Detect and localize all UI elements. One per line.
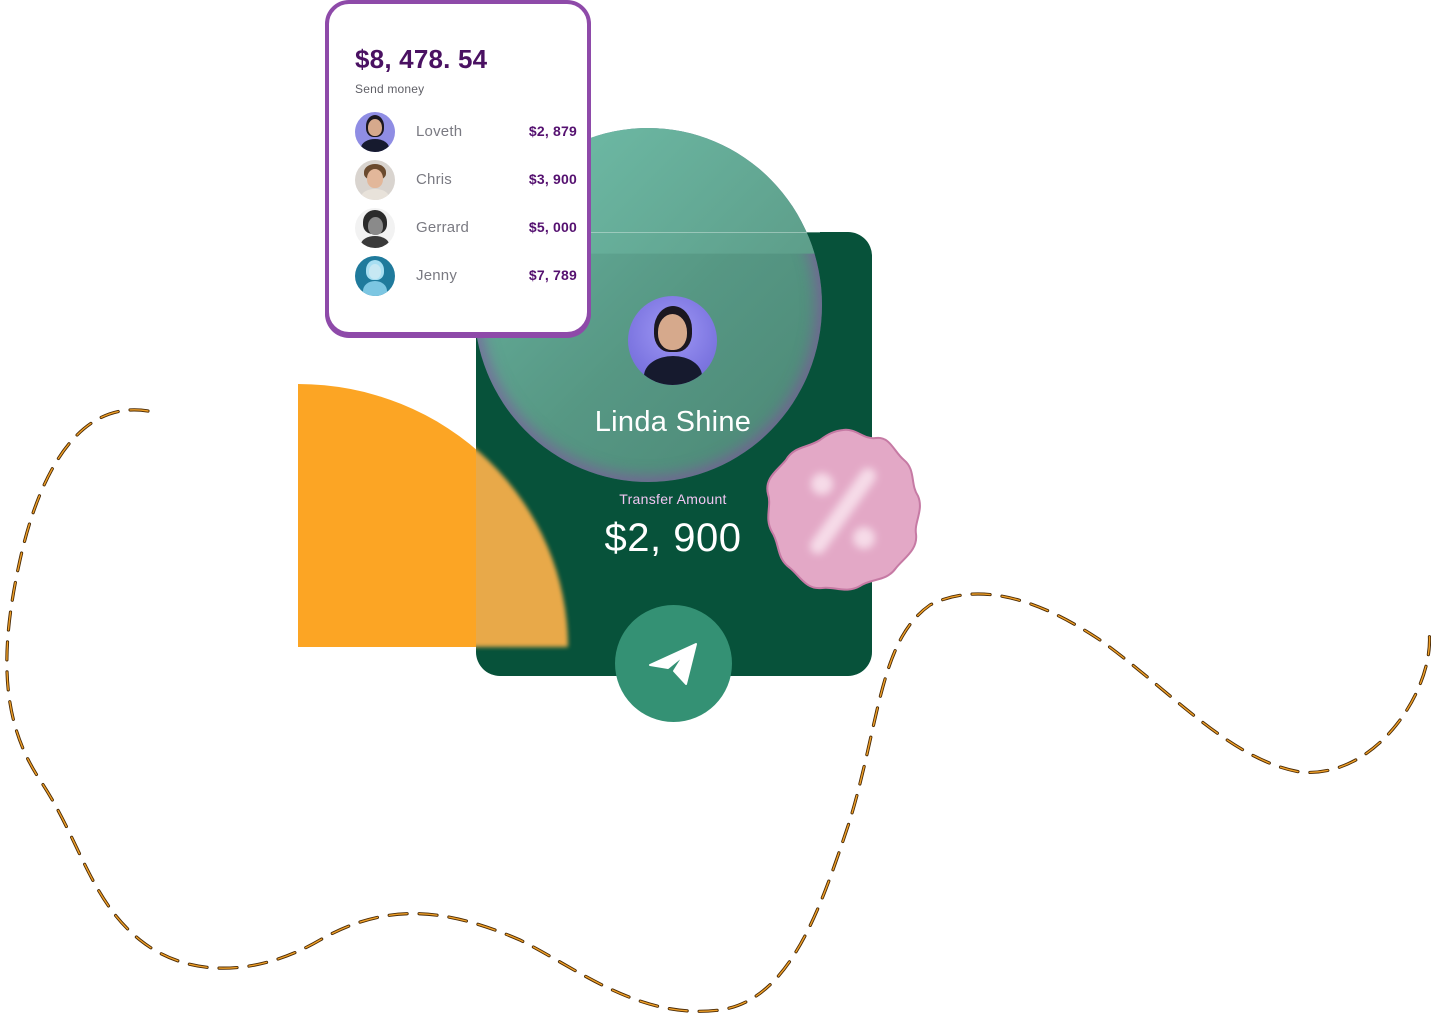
user-avatar-icon xyxy=(355,160,395,200)
glass-divider xyxy=(590,232,820,233)
recipient-row[interactable]: Gerrard $5, 000 xyxy=(355,208,577,248)
recipient-name: Jenny xyxy=(416,267,458,284)
stage: Linda Shine Transfer Amount $2, 900 $8, … xyxy=(0,0,1431,1018)
recipient-row[interactable]: Loveth $2, 879 xyxy=(355,112,577,152)
recipient-name: Chris xyxy=(416,171,453,188)
recipient-amount: $5, 000 xyxy=(528,219,577,235)
discount-badge[interactable] xyxy=(764,426,922,596)
transfer-amount-label: Transfer Amount xyxy=(619,491,727,507)
user-avatar-icon xyxy=(355,112,395,152)
send-money-panel: $8, 478. 54 Send money Loveth $2, 879 Ch… xyxy=(325,0,591,336)
recipient-amount: $7, 789 xyxy=(528,267,577,283)
paper-plane-icon xyxy=(648,642,697,685)
avatar-face xyxy=(658,314,687,350)
recipient-row[interactable]: Chris $3, 900 xyxy=(355,160,577,200)
recipient-avatar-large[interactable] xyxy=(628,296,717,385)
panel-subtitle: Send money xyxy=(355,82,425,96)
recipient-amount: $2, 879 xyxy=(528,123,577,139)
recipient-amount: $3, 900 xyxy=(528,171,577,187)
send-button[interactable] xyxy=(615,605,732,722)
user-avatar-icon xyxy=(355,208,395,248)
recipient-row[interactable]: Jenny $7, 789 xyxy=(355,256,577,296)
recipient-name: Loveth xyxy=(416,123,463,140)
avatar-body xyxy=(644,356,702,385)
user-avatar-icon xyxy=(355,256,395,296)
balance-total: $8, 478. 54 xyxy=(355,44,488,74)
recipient-name: Gerrard xyxy=(416,219,470,236)
